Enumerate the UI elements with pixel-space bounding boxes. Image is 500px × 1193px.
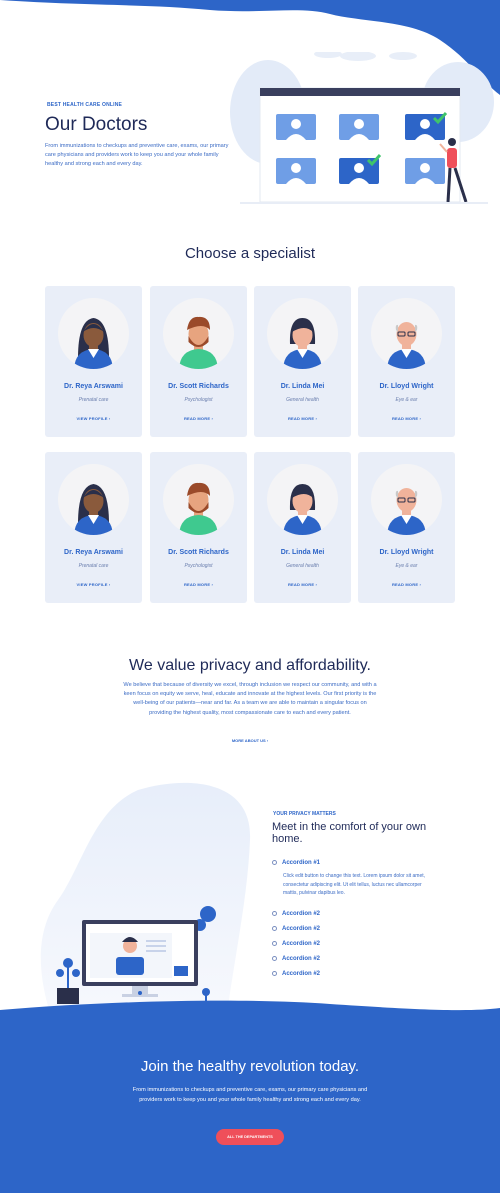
doctor-name: Dr. Lloyd Wright [379, 549, 434, 556]
doctor-card[interactable]: Dr. Lloyd Wright Eye & ear READ MORE › [358, 286, 455, 437]
accordion-label: Accordion #2 [282, 956, 321, 963]
doctor-specialty: Eye & ear [395, 397, 418, 403]
doctor-profile-link[interactable]: READ MORE › [358, 582, 455, 587]
doctor-card[interactable]: Dr. Linda Mei General health READ MORE › [254, 452, 351, 603]
accordion-label: Accordion #2 [282, 941, 321, 948]
doctor-avatar [371, 464, 442, 535]
doctor-name: Dr. Lloyd Wright [379, 383, 434, 390]
doctor-card[interactable]: Dr. Reya Arswami Prenatal care VIEW PROFIL… [45, 286, 142, 437]
accordion-label: Accordion #2 [282, 911, 321, 918]
accordion-item-5[interactable]: Accordion #2 [272, 956, 320, 962]
accordion-item-6[interactable]: Accordion #2 [272, 971, 320, 977]
accordion-item-2[interactable]: Accordion #2 [272, 911, 320, 917]
doctor-card[interactable]: Dr. Scott Richards Psychologist READ MORE … [150, 452, 247, 603]
doctor-avatar [58, 298, 129, 369]
join-title: Join the healthy revolution today. [140, 1058, 360, 1075]
doctor-specialty: Eye & ear [395, 563, 418, 569]
accordion-label: Accordion #2 [282, 971, 321, 978]
doctor-profile-link[interactable]: READ MORE › [254, 416, 351, 421]
doctor-profile-link[interactable]: READ MORE › [358, 416, 455, 421]
accordion-item-3[interactable]: Accordion #2 [272, 926, 320, 932]
doctor-specialty: Psychologist [184, 397, 213, 403]
doctor-avatar [58, 464, 129, 535]
doctor-name: Dr. Reya Arswami [64, 549, 123, 556]
doctor-profile-link[interactable]: VIEW PROFILE › [45, 416, 142, 421]
page-title: Our Doctors [45, 114, 148, 135]
hero-description: From immunizations to checkups and preve… [45, 143, 229, 168]
join-description: From immunizations to checkups and preve… [132, 1087, 368, 1103]
doctor-card[interactable]: Dr. Scott Richards Psychologist READ MORE … [150, 286, 247, 437]
doctor-name: Dr. Reya Arswami [64, 383, 123, 390]
comfort-eyebrow: YOUR PRIVACY MATTERS [273, 811, 336, 817]
comfort-title: Meet in the comfort of your own home. [272, 821, 427, 845]
doctors-board-illustration [230, 52, 494, 204]
all-departments-button[interactable]: ALL THE DEPARTMENTS [216, 1129, 284, 1145]
privacy-title: We value privacy and affordability. [129, 657, 371, 674]
doctor-specialty: Psychologist [184, 563, 213, 569]
doctor-profile-link[interactable]: READ MORE › [150, 582, 247, 587]
doctor-name: Dr. Scott Richards [168, 549, 229, 556]
doctor-avatar [163, 464, 234, 535]
telehealth-illustration [40, 782, 251, 1006]
more-about-us-link[interactable]: MORE ABOUT US › [0, 738, 500, 743]
doctor-profile-link[interactable]: READ MORE › [254, 582, 351, 587]
accordion-toggle-icon [272, 956, 277, 961]
privacy-description: We believe that because of diversity we … [123, 682, 377, 716]
doctor-profile-link[interactable]: VIEW PROFILE › [45, 582, 142, 587]
doctor-name: Dr. Scott Richards [168, 383, 229, 390]
doctor-specialty: General health [286, 397, 319, 403]
doctor-card[interactable]: Dr. Linda Mei General health READ MORE › [254, 286, 351, 437]
doctor-specialty: Prenatal care [78, 563, 109, 569]
accordion-item-4[interactable]: Accordion #2 [272, 941, 320, 947]
accordion-item-1[interactable]: Accordion #1 [272, 860, 320, 866]
doctor-avatar [267, 298, 338, 369]
accordion-label: Accordion #1 [282, 860, 321, 867]
accordion-toggle-icon [272, 926, 277, 931]
doctor-name: Dr. Linda Mei [280, 383, 325, 390]
doctor-card[interactable]: Dr. Reya Arswami Prenatal care VIEW PROFIL… [45, 452, 142, 603]
accordion-body: Click edit button to change this text. L… [283, 873, 426, 897]
accordion-toggle-icon [272, 860, 277, 865]
doctor-avatar [163, 298, 234, 369]
specialists-title: Choose a specialist [184, 245, 316, 262]
accordion-toggle-icon [272, 941, 277, 946]
doctor-card[interactable]: Dr. Lloyd Wright Eye & ear READ MORE › [358, 452, 455, 603]
hero-section: BEST HEALTH CARE ONLINE Our Doctors From… [0, 0, 500, 215]
doctor-avatar [371, 298, 442, 369]
accordion-label: Accordion #2 [282, 926, 321, 933]
doctor-profile-link[interactable]: READ MORE › [150, 416, 247, 421]
doctor-name: Dr. Linda Mei [280, 549, 325, 556]
accordion-toggle-icon [272, 911, 277, 916]
doctor-specialty: General health [286, 563, 319, 569]
accordion-toggle-icon [272, 971, 277, 976]
doctor-specialty: Prenatal care [78, 397, 109, 403]
doctor-avatar [267, 464, 338, 535]
hero-eyebrow: BEST HEALTH CARE ONLINE [47, 102, 123, 108]
